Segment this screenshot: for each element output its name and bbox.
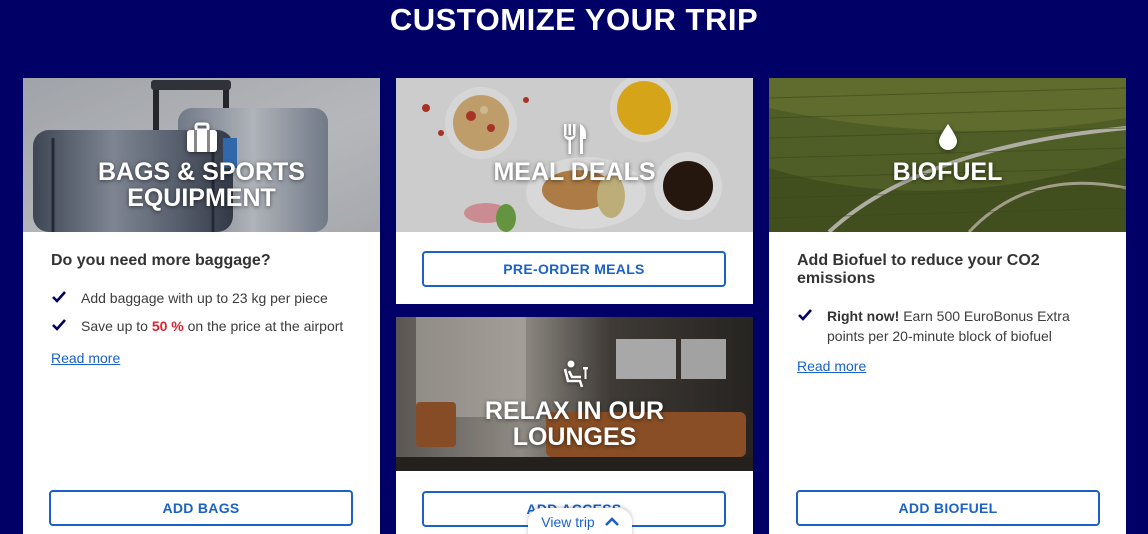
list-item: Right now! Earn 500 EuroBonus Extra poin… xyxy=(797,306,1099,346)
view-trip-button[interactable]: View trip xyxy=(528,508,632,534)
biofuel-card: BIOFUEL Add Biofuel to reduce your CO2 e… xyxy=(769,78,1126,534)
biofuel-hero-image: BIOFUEL xyxy=(769,78,1126,232)
meals-card: MEAL DEALS PRE-ORDER MEALS xyxy=(396,78,753,304)
bags-hero-image: BAGS & SPORTS EQUIPMENT xyxy=(23,78,380,232)
meals-hero-image: MEAL DEALS xyxy=(396,78,753,232)
biofuel-heading: Add Biofuel to reduce your CO2 emissions xyxy=(797,252,1040,287)
bags-feature-2-post: on the price at the airport xyxy=(183,318,344,334)
checkmark-icon xyxy=(798,309,812,321)
suitcase-icon xyxy=(186,122,217,152)
pre-order-meals-button[interactable]: PRE-ORDER MEALS xyxy=(422,251,726,287)
bags-heading: Do you need more baggage? xyxy=(51,252,271,269)
lounges-title-line1: RELAX IN OUR xyxy=(484,397,665,425)
add-bags-button[interactable]: ADD BAGS xyxy=(49,490,353,526)
list-item: Add baggage with up to 23 kg per piece xyxy=(51,288,353,308)
list-item: Save up to 50 % on the price at the airp… xyxy=(51,316,353,336)
bags-title-line2: EQUIPMENT xyxy=(127,184,276,212)
biofuel-feature-list: Right now! Earn 500 EuroBonus Extra poin… xyxy=(797,306,1099,346)
checkmark-icon xyxy=(52,319,66,331)
bags-feature-1: Add baggage with up to 23 kg per piece xyxy=(81,290,328,306)
add-biofuel-button[interactable]: ADD BIOFUEL xyxy=(796,490,1100,526)
lounge-chair-icon xyxy=(563,360,588,388)
biofuel-read-more-link[interactable]: Read more xyxy=(797,358,866,374)
droplet-icon xyxy=(938,124,957,150)
lounges-title-line2: LOUNGES xyxy=(512,423,637,451)
bags-card: BAGS & SPORTS EQUIPMENT Do you need more… xyxy=(23,78,380,534)
biofuel-title: BIOFUEL xyxy=(892,158,1003,186)
bags-feature-2-pre: Save up to xyxy=(81,318,152,334)
fork-knife-icon xyxy=(563,124,586,154)
page-title: CUSTOMIZE YOUR TRIP xyxy=(389,2,759,37)
bags-title-line1: BAGS & SPORTS xyxy=(98,158,305,186)
bags-savings-highlight: 50 % xyxy=(151,318,184,334)
bags-read-more-link[interactable]: Read more xyxy=(51,350,120,366)
bags-feature-list: Add baggage with up to 23 kg per piece S… xyxy=(51,288,353,336)
lounges-card: RELAX IN OUR LOUNGES ADD ACCESS xyxy=(396,317,753,534)
biofuel-feature-strong: Right now! xyxy=(827,308,900,324)
chevron-up-icon xyxy=(604,516,619,526)
checkmark-icon xyxy=(52,291,66,303)
meals-title: MEAL DEALS xyxy=(493,158,656,186)
lounges-hero-image: RELAX IN OUR LOUNGES xyxy=(396,317,753,471)
view-trip-label: View trip xyxy=(541,513,595,530)
